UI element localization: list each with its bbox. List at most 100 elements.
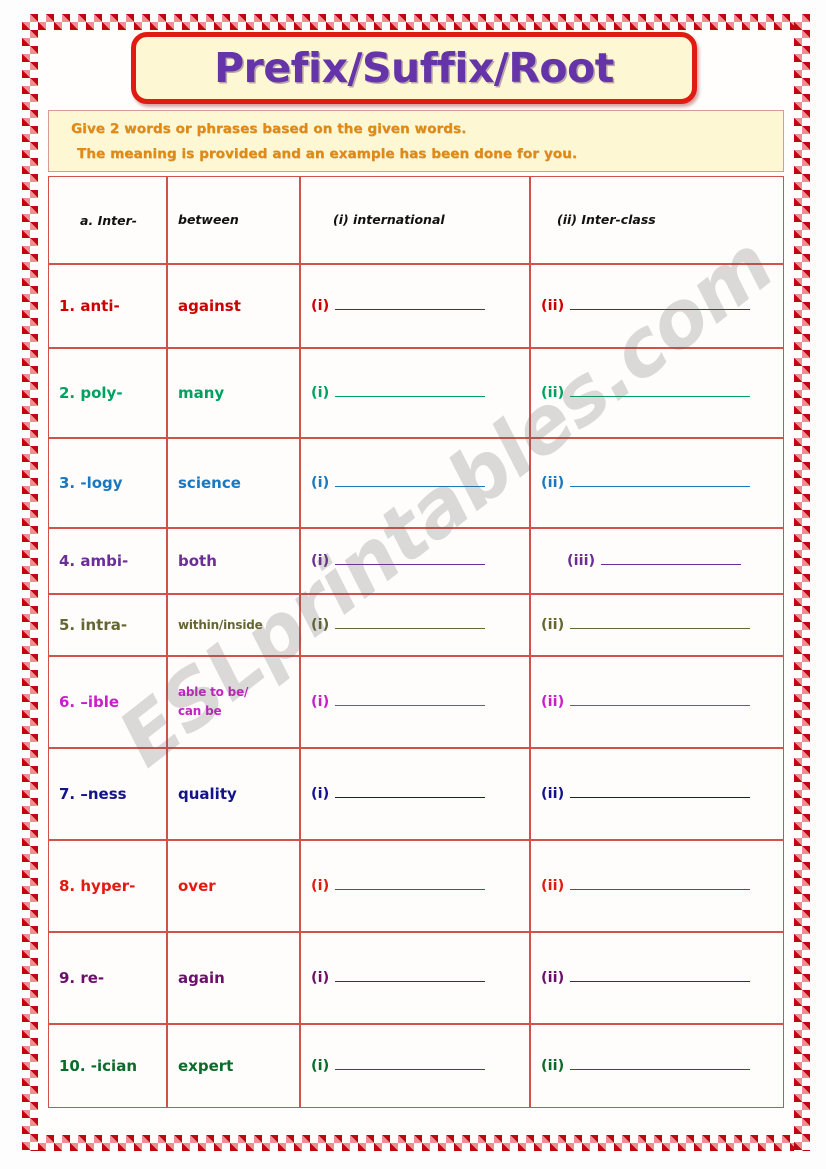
answer-1-cell: (i) <box>300 438 530 528</box>
answer-blank-2[interactable]: (ii) <box>541 694 783 710</box>
answer-blank-1-writing-line[interactable] <box>335 298 486 310</box>
answer-blank-2-marker: (ii) <box>541 1058 565 1074</box>
answer-blank-1-writing-line[interactable] <box>335 385 486 397</box>
affix-label: 8. hyper- <box>59 876 136 895</box>
answer-blank-1[interactable]: (i) <box>311 475 529 491</box>
answer-blank-1-writing-line[interactable] <box>335 553 486 565</box>
table-row: 8. hyper-over (i) (ii) <box>48 840 784 932</box>
instruction-line-1: Give 2 words or phrases based on the giv… <box>71 121 467 137</box>
meaning-cell: against <box>167 264 300 348</box>
meaning-label: many <box>178 383 225 402</box>
affix-cell: 3. -logy <box>48 438 167 528</box>
table-row: 3. -logy science (i) (ii) <box>48 438 784 528</box>
answer-blank-1-marker: (i) <box>311 1058 330 1074</box>
example-affix-label: a. Inter- <box>80 212 137 228</box>
answer-blank-2-marker: (ii) <box>541 878 565 894</box>
affix-label: 9. re- <box>59 968 105 987</box>
affix-cell: 5. intra- <box>48 594 167 656</box>
table-row: 5. intra-within/inside (i) (ii) <box>48 594 784 656</box>
meaning-cell: quality <box>167 748 300 840</box>
answer-blank-2-writing-line[interactable] <box>601 553 742 565</box>
affix-cell: 9. re- <box>48 932 167 1024</box>
answer-blank-1-writing-line[interactable] <box>335 970 486 982</box>
affix-cell: 7. –ness <box>48 748 167 840</box>
answer-blank-1-marker: (i) <box>311 298 330 314</box>
answer-blank-2[interactable]: (ii) <box>541 617 783 633</box>
answer-blank-1[interactable]: (i) <box>311 970 529 986</box>
affix-cell: 8. hyper- <box>48 840 167 932</box>
answer-blank-2-writing-line[interactable] <box>570 694 751 706</box>
affix-label: 2. poly- <box>59 383 123 402</box>
meaning-label: expert <box>178 1056 234 1075</box>
answer-blank-2[interactable]: (ii) <box>541 475 783 491</box>
answer-blank-1-writing-line[interactable] <box>335 475 486 487</box>
meaning-cell: both <box>167 528 300 594</box>
answer-blank-2[interactable]: (ii) <box>541 970 783 986</box>
meaning-label: within/inside <box>178 617 263 632</box>
answer-blank-1-writing-line[interactable] <box>335 786 486 798</box>
affix-label: 10. -ician <box>59 1056 137 1075</box>
affix-cell: 2. poly- <box>48 348 167 438</box>
answer-blank-2[interactable]: (ii) <box>541 298 783 314</box>
prefix-suffix-table: a. Inter-between (i) international (ii) In… <box>48 176 784 1108</box>
answer-blank-2[interactable]: (iii) <box>541 553 783 569</box>
answer-blank-2[interactable]: (ii) <box>541 878 783 894</box>
affix-cell: 4. ambi- <box>48 528 167 594</box>
answer-blank-2-writing-line[interactable] <box>570 617 751 629</box>
answer-blank-1[interactable]: (i) <box>311 694 529 710</box>
answer-blank-1[interactable]: (i) <box>311 385 529 401</box>
meaning-label: both <box>178 551 217 570</box>
answer-2-cell: (iii) <box>530 528 784 594</box>
answer-1-cell: (i) <box>300 656 530 748</box>
meaning-cell: within/inside <box>167 594 300 656</box>
worksheet-page: Prefix/Suffix/Root Give 2 words or phras… <box>0 0 826 1169</box>
answer-blank-2-marker: (ii) <box>541 475 565 491</box>
answer-blank-1-writing-line[interactable] <box>335 878 486 890</box>
answer-blank-1-marker: (i) <box>311 878 330 894</box>
answer-blank-2[interactable]: (ii) <box>541 786 783 802</box>
answer-2-cell: (ii) <box>530 348 784 438</box>
answer-blank-1[interactable]: (i) <box>311 617 529 633</box>
title-banner: Prefix/Suffix/Root <box>131 32 697 104</box>
answer-blank-1-marker: (i) <box>311 970 330 986</box>
answer-1-cell: (i) <box>300 594 530 656</box>
answer-blank-2-writing-line[interactable] <box>570 475 751 487</box>
answer-blank-1-writing-line[interactable] <box>335 694 486 706</box>
checkered-border-left <box>22 14 38 1151</box>
example-answer-1-cell: (i) international <box>300 176 530 264</box>
answer-2-cell: (ii) <box>530 748 784 840</box>
answer-blank-2-writing-line[interactable] <box>570 1058 751 1070</box>
answer-2-cell: (ii) <box>530 840 784 932</box>
page-title: Prefix/Suffix/Root <box>214 44 614 92</box>
answer-2-cell: (ii) <box>530 438 784 528</box>
meaning-label: quality <box>178 784 237 803</box>
table-row: 9. re-again (i) (ii) <box>48 932 784 1024</box>
answer-blank-2[interactable]: (ii) <box>541 1058 783 1074</box>
checkered-border-bottom <box>22 1135 810 1151</box>
meaning-cell: expert <box>167 1024 300 1108</box>
answer-blank-2-writing-line[interactable] <box>570 970 751 982</box>
answer-2-cell: (ii) <box>530 932 784 1024</box>
answer-blank-1-writing-line[interactable] <box>335 617 486 629</box>
answer-blank-2-marker: (ii) <box>541 970 565 986</box>
table-row: 2. poly-many (i) (ii) <box>48 348 784 438</box>
meaning-label: science <box>178 473 241 492</box>
answer-blank-1[interactable]: (i) <box>311 553 529 569</box>
answer-blank-2-writing-line[interactable] <box>570 298 751 310</box>
answer-blank-2-writing-line[interactable] <box>570 786 751 798</box>
answer-blank-1-marker: (i) <box>311 694 330 710</box>
answer-blank-2-writing-line[interactable] <box>570 878 751 890</box>
affix-label: 4. ambi- <box>59 551 129 570</box>
answer-blank-1[interactable]: (i) <box>311 786 529 802</box>
meaning-cell: science <box>167 438 300 528</box>
answer-blank-2[interactable]: (ii) <box>541 385 783 401</box>
answer-blank-1-marker: (i) <box>311 385 330 401</box>
answer-blank-1[interactable]: (i) <box>311 298 529 314</box>
answer-blank-1[interactable]: (i) <box>311 1058 529 1074</box>
answer-blank-1-writing-line[interactable] <box>335 1058 486 1070</box>
table-row: 6. –ible able to be/can be (i) (ii) <box>48 656 784 748</box>
answer-blank-2-writing-line[interactable] <box>570 385 751 397</box>
meaning-cell: again <box>167 932 300 1024</box>
affix-label: 5. intra- <box>59 615 128 634</box>
answer-blank-1[interactable]: (i) <box>311 878 529 894</box>
